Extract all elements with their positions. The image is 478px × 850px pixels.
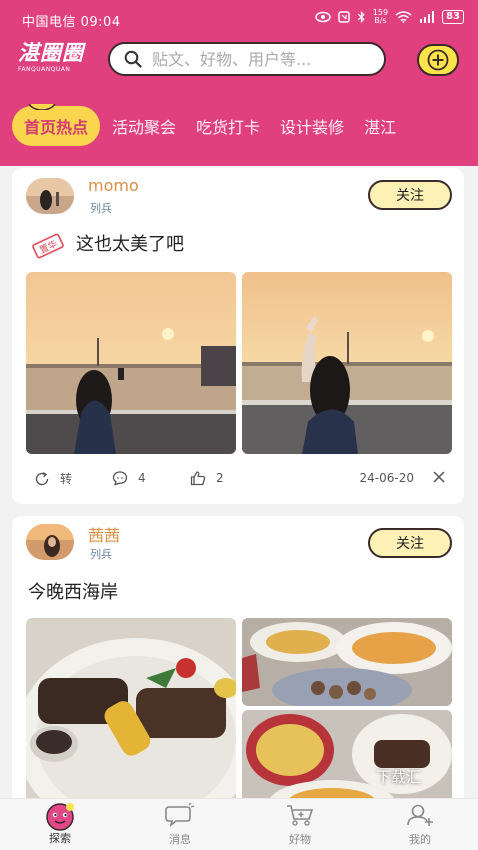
nav-profile[interactable]: 我的 <box>390 803 450 847</box>
follow-button[interactable]: 关注 <box>368 180 452 210</box>
nfc-icon <box>338 11 350 23</box>
post-card[interactable]: momo 列兵 关注 置华 这也太美了吧 转 4 2 24-06-20 <box>12 168 464 504</box>
repost-button[interactable]: 转 <box>34 470 72 487</box>
svg-text:置华: 置华 <box>38 238 59 256</box>
post-photo[interactable] <box>242 710 452 806</box>
search-input[interactable] <box>152 49 372 69</box>
post-card[interactable]: 茜茜 列兵 关注 今晚西海岸 <box>12 516 464 806</box>
app-header: 中国电信 09:04 159 B/s 83 湛圈圈 FANQUANQUAN 首页… <box>0 0 478 166</box>
signal-icon <box>420 11 435 23</box>
post-text: 这也太美了吧 <box>76 234 184 255</box>
follow-button[interactable]: 关注 <box>368 528 452 558</box>
username[interactable]: 茜茜 <box>88 522 120 546</box>
post-photo[interactable] <box>242 618 452 706</box>
bluetooth-icon <box>357 11 365 23</box>
watermark: 下载汇 <box>376 768 422 786</box>
plus-icon <box>427 49 449 71</box>
nav-goods[interactable]: 好物 <box>270 803 330 847</box>
search-icon <box>124 50 142 68</box>
post-date: 24-06-20 <box>359 471 414 485</box>
add-post-button[interactable] <box>417 44 459 76</box>
post-photo[interactable] <box>26 272 236 454</box>
nav-messages[interactable]: 消息 <box>150 802 210 847</box>
post-photo[interactable] <box>242 272 452 454</box>
search-bar[interactable] <box>108 42 386 76</box>
tab-hot[interactable]: 首页热点 <box>12 104 101 146</box>
tab-foodie[interactable]: 吃货打卡 <box>196 114 260 138</box>
tab-design[interactable]: 设计装修 <box>280 114 344 138</box>
avatar[interactable] <box>26 524 74 560</box>
comment-button[interactable]: 4 <box>112 470 146 486</box>
user-rank: 列兵 <box>90 548 112 561</box>
repost-icon <box>35 471 49 485</box>
carrier-time: 中国电信 09:04 <box>22 15 121 30</box>
comment-icon <box>112 471 128 486</box>
close-icon[interactable] <box>432 470 446 484</box>
post-photo[interactable] <box>26 618 236 806</box>
featured-stamp-icon: 置华 <box>32 233 64 259</box>
network-speed: 159 B/s <box>372 8 389 25</box>
nav-explore[interactable]: 探索 <box>30 803 90 846</box>
user-rank: 列兵 <box>90 202 112 215</box>
status-bar: 中国电信 09:04 159 B/s 83 <box>0 0 478 38</box>
cart-icon <box>287 805 314 826</box>
bottom-nav: 探索 消息 好物 我的 <box>0 798 478 850</box>
wifi-icon <box>395 11 412 23</box>
username[interactable]: momo <box>88 176 139 195</box>
tab-events[interactable]: 活动聚会 <box>112 114 176 138</box>
post-text: 今晚西海岸 <box>28 582 118 603</box>
tab-zhanjiang[interactable]: 湛江 <box>364 114 396 138</box>
message-icon <box>165 802 195 828</box>
battery-indicator: 83 <box>442 10 464 24</box>
category-tabs: 首页热点 活动聚会 吃货打卡 设计装修 湛江 <box>12 104 478 148</box>
thumbs-up-icon <box>190 471 206 486</box>
eye-icon <box>315 11 331 23</box>
app-logo: 湛圈圈 FANQUANQUAN <box>18 41 84 73</box>
post-actions: 转 4 2 24-06-20 <box>12 468 464 492</box>
explore-face-icon <box>46 803 74 831</box>
mascot-face-icon <box>28 104 56 110</box>
profile-icon <box>407 804 433 826</box>
like-button[interactable]: 2 <box>190 470 224 486</box>
avatar[interactable] <box>26 178 74 214</box>
